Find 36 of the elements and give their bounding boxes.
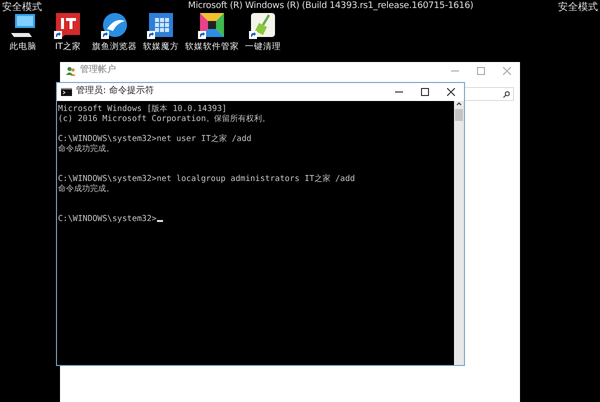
console-line: C:\WINDOWS\system32>net localgroup administrators IT之家 /add [58, 173, 355, 183]
icon-label[interactable]: 一键清理 [245, 41, 281, 54]
console-line: 命令成功完成。 [58, 143, 114, 153]
colorful-square-icon[interactable] [198, 11, 226, 39]
broom-icon[interactable] [249, 11, 277, 39]
build-info: Microsoft (R) Windows (R) (Build 14393.rs1_release.160715-1616) [188, 0, 474, 13]
maximize-icon [421, 88, 429, 96]
icon-label[interactable]: 旗鱼浏览器 [92, 41, 137, 54]
console-prompt: C:\WINDOWS\system32> [58, 213, 157, 223]
icon-label[interactable]: 软媒魔方 [143, 41, 179, 54]
scrollbar[interactable] [454, 101, 464, 365]
console-line: 命令成功完成。 [58, 183, 114, 193]
console-line: C:\WINDOWS\system32>net user IT之家 /add [58, 133, 252, 143]
search-field[interactable] [464, 87, 514, 101]
icon-label[interactable]: IT之家 [55, 41, 81, 54]
icon-label[interactable]: 此电脑 [10, 41, 36, 54]
window-title: 管理帐户 [80, 64, 116, 78]
computer-icon[interactable] [9, 11, 37, 39]
users-icon [66, 66, 76, 76]
mode-label: 安全模式 [2, 0, 42, 15]
close-icon [503, 67, 511, 75]
window-title: 管理员: 命令提示符 [76, 85, 154, 98]
maximize-icon [477, 67, 485, 75]
scroll-up-icon[interactable] [456, 101, 462, 107]
scrollbar-thumb[interactable] [455, 109, 463, 121]
console-icon [61, 88, 72, 96]
text-cursor [156, 220, 163, 222]
icon-label[interactable]: 软媒软件管家 [185, 41, 239, 54]
fish-globe-icon[interactable] [100, 11, 128, 39]
console-line: Microsoft Windows [版本 10.0.14393] [58, 103, 227, 113]
it-logo-icon[interactable] [54, 11, 82, 39]
cube-grid-icon[interactable] [147, 11, 175, 39]
mode-label: 安全模式 [558, 0, 598, 15]
console-line: (c) 2016 Microsoft Corporation。保留所有权利。 [58, 113, 270, 123]
close-icon [447, 88, 455, 96]
search-icon [503, 90, 510, 98]
